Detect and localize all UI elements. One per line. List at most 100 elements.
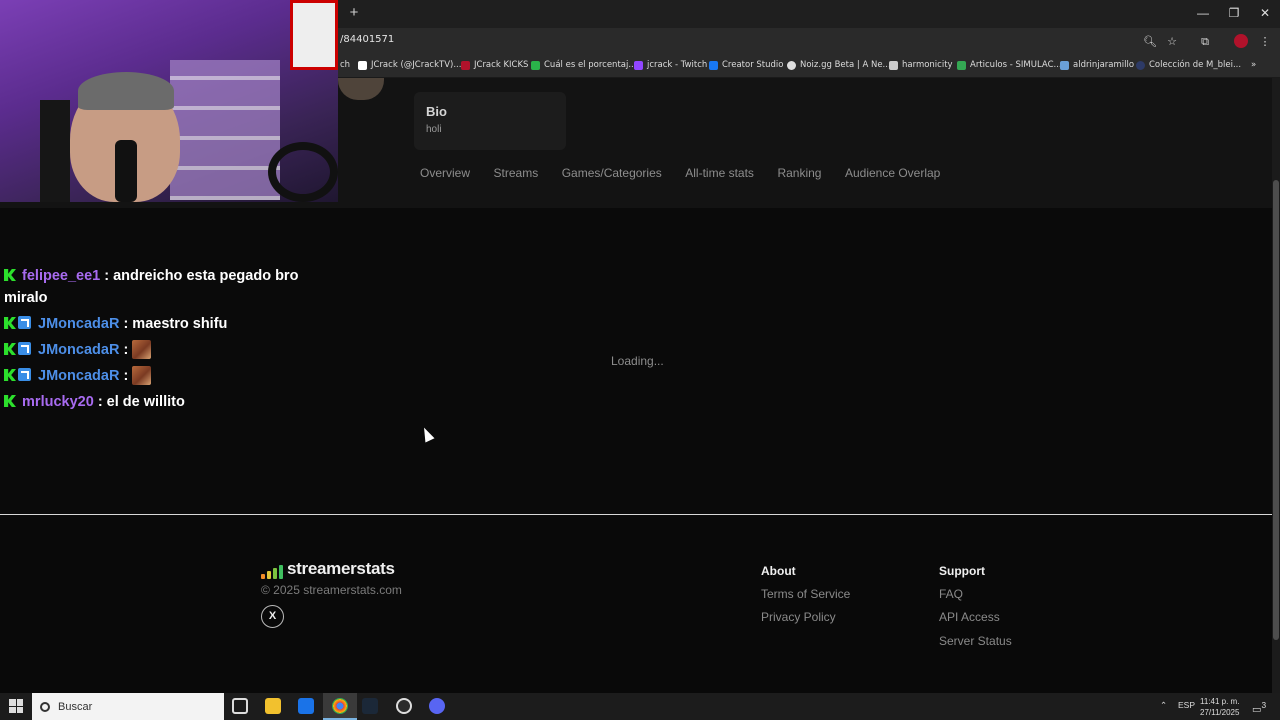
bookmark-item[interactable]: JCrack (@JCrackTV)... bbox=[358, 60, 461, 70]
bookmarks-overflow-icon[interactable]: » bbox=[1251, 60, 1256, 70]
tab-streams[interactable]: Streams bbox=[494, 166, 539, 180]
notifications-icon[interactable]: ▭3 bbox=[1252, 700, 1266, 715]
steam-icon[interactable] bbox=[362, 698, 378, 714]
chat-message: mrlucky20 : el de willito bbox=[4, 391, 324, 413]
brand-name: streamerstats bbox=[287, 559, 395, 578]
facebook-icon bbox=[709, 60, 718, 70]
site-icon bbox=[1060, 60, 1069, 70]
close-window-button[interactable]: ✕ bbox=[1250, 4, 1280, 22]
bookmark-star-icon[interactable]: ☆ bbox=[1164, 34, 1180, 50]
kick-badge-icon bbox=[4, 369, 16, 381]
chrome-icon[interactable] bbox=[332, 698, 348, 714]
bookmark-item[interactable]: JCrack KICKS bbox=[461, 60, 528, 70]
kick-badge-icon bbox=[4, 317, 16, 329]
copyright: © 2025 streamerstats.com bbox=[261, 583, 402, 597]
minimize-button[interactable]: — bbox=[1188, 4, 1218, 22]
webcam-microphone bbox=[115, 140, 137, 202]
webcam-steering-wheel bbox=[268, 142, 338, 202]
bookmark-item[interactable]: ch bbox=[340, 60, 350, 70]
faq-link[interactable]: FAQ bbox=[939, 587, 963, 601]
server-status-link[interactable]: Server Status bbox=[939, 634, 1012, 648]
bookmark-item[interactable]: Colección de M_blei... bbox=[1136, 60, 1241, 70]
scrollbar-thumb[interactable] bbox=[1273, 180, 1279, 640]
tab-all-time-stats[interactable]: All-time stats bbox=[685, 166, 754, 180]
bookmark-item[interactable]: jcrack - Twitch bbox=[634, 60, 707, 70]
file-explorer-icon[interactable] bbox=[265, 698, 281, 714]
tab-audience-overlap[interactable]: Audience Overlap bbox=[845, 166, 940, 180]
arrow-badge-icon bbox=[18, 316, 31, 329]
arrow-badge-icon bbox=[18, 342, 31, 355]
chat-message: JMoncadaR : bbox=[4, 339, 324, 361]
clock-date: 27/11/2025 bbox=[1200, 708, 1240, 717]
taskbar-search[interactable]: Buscar bbox=[32, 693, 224, 720]
chat-username: felipee_ee1 bbox=[22, 268, 101, 284]
jcrack-icon bbox=[461, 60, 470, 70]
chat-username: mrlucky20 bbox=[22, 394, 94, 410]
discord-icon[interactable] bbox=[429, 698, 445, 714]
bookmark-item[interactable]: aldrinjaramillo bbox=[1060, 60, 1134, 70]
profile-tabs: Overview Streams Games/Categories All-ti… bbox=[420, 166, 964, 180]
tab-overview[interactable]: Overview bbox=[420, 166, 470, 180]
search-placeholder: Buscar bbox=[58, 700, 93, 713]
arrow-badge-icon bbox=[18, 368, 31, 381]
bookmark-item[interactable]: Noiz.gg Beta | A Ne... bbox=[787, 60, 891, 70]
streamerstats-logo[interactable]: streamerstats bbox=[261, 559, 395, 579]
noiz-icon bbox=[787, 60, 796, 70]
drive-icon bbox=[957, 60, 966, 70]
bio-text: holi bbox=[426, 124, 442, 135]
outlook-icon[interactable] bbox=[298, 698, 314, 714]
menu-kebab-icon[interactable]: ⋮ bbox=[1257, 34, 1273, 50]
tab-games-categories[interactable]: Games/Categories bbox=[562, 166, 662, 180]
emote-icon bbox=[132, 366, 152, 385]
task-view-icon[interactable] bbox=[232, 698, 248, 714]
tab-ranking[interactable]: Ranking bbox=[777, 166, 821, 180]
url-field[interactable]: /84401571 bbox=[340, 34, 394, 45]
chat-username: JMoncadaR bbox=[38, 368, 120, 384]
chat-message: felipee_ee1 : andreicho esta pegado bro … bbox=[4, 265, 324, 309]
support-heading: Support bbox=[939, 564, 985, 578]
kick-badge-icon bbox=[4, 269, 16, 281]
twitch-icon bbox=[634, 60, 643, 70]
terms-link[interactable]: Terms of Service bbox=[761, 587, 850, 601]
chat-text: : el de willito bbox=[97, 394, 185, 410]
chat-username: JMoncadaR bbox=[38, 316, 120, 332]
obs-icon[interactable] bbox=[396, 698, 412, 714]
x-social-icon[interactable]: X bbox=[261, 605, 284, 628]
privacy-link[interactable]: Privacy Policy bbox=[761, 610, 836, 624]
search-icon bbox=[40, 701, 50, 712]
webcam-logo-sign bbox=[290, 0, 338, 70]
bio-title: Bio bbox=[426, 104, 447, 119]
api-access-link[interactable]: API Access bbox=[939, 610, 1000, 624]
bookmark-item[interactable]: Articulos - SIMULAC... bbox=[957, 60, 1062, 70]
restore-button[interactable]: ❐ bbox=[1219, 4, 1249, 22]
tray-chevron-icon[interactable]: ⌃ bbox=[1160, 700, 1167, 711]
emote-icon bbox=[132, 340, 152, 359]
chat-message: JMoncadaR : maestro shifu bbox=[4, 313, 324, 335]
chat-text: : bbox=[123, 368, 129, 384]
bio-card: Bio holi bbox=[414, 92, 566, 150]
about-heading: About bbox=[761, 564, 796, 578]
chat-text: : maestro shifu bbox=[123, 316, 228, 332]
loading-text: Loading... bbox=[611, 354, 664, 368]
language-indicator[interactable]: ESP bbox=[1178, 700, 1195, 710]
clock[interactable]: 11:41 p. m. 27/11/2025 bbox=[1200, 696, 1239, 718]
webcam-shelf bbox=[170, 60, 280, 200]
webcam-cap bbox=[78, 72, 174, 110]
profile-avatar-icon[interactable] bbox=[1234, 34, 1248, 48]
bookmark-item[interactable]: Cuál es el porcentaj... bbox=[531, 60, 636, 70]
kick-badge-icon bbox=[4, 395, 16, 407]
new-tab-button[interactable]: + bbox=[346, 5, 362, 21]
bookmark-item[interactable]: harmonicity bbox=[889, 60, 953, 70]
collection-icon bbox=[1136, 60, 1145, 70]
bookmark-item[interactable]: Creator Studio bbox=[709, 60, 783, 70]
chat-username: JMoncadaR bbox=[38, 342, 120, 358]
webcam-chair bbox=[40, 100, 70, 202]
windows-start-icon[interactable] bbox=[9, 699, 23, 713]
kick-badge-icon bbox=[4, 343, 16, 355]
zoom-icon[interactable]: 🔍︎ bbox=[1142, 34, 1158, 50]
chat-message: JMoncadaR : bbox=[4, 365, 324, 387]
x-icon bbox=[358, 60, 367, 70]
webcam-overlay bbox=[0, 0, 338, 202]
logo-bars-icon bbox=[261, 565, 283, 579]
extensions-icon[interactable]: ⧉ bbox=[1197, 34, 1213, 50]
